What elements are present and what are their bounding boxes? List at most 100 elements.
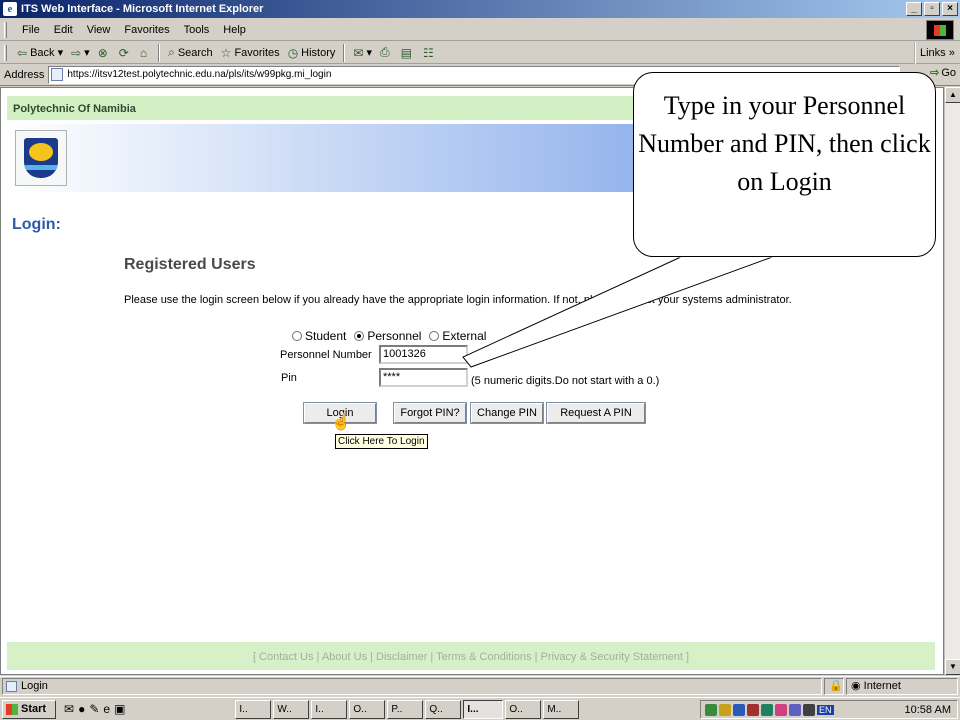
polytechnic-logo [15, 130, 67, 186]
maximize-button[interactable]: ▫ [924, 2, 940, 16]
tray-app-icon[interactable] [789, 703, 801, 716]
menu-help[interactable]: Help [216, 24, 253, 36]
forgot-pin-button[interactable]: Forgot PIN? [393, 402, 467, 424]
menu-edit[interactable]: Edit [47, 24, 80, 36]
show-desktop-icon[interactable]: ▣ [114, 702, 125, 716]
back-button[interactable]: ⇦ Back ▾ [13, 43, 67, 63]
pin-input[interactable]: **** [379, 368, 468, 387]
taskbar-app[interactable]: W.. [273, 699, 310, 719]
start-button[interactable]: Start [2, 699, 56, 719]
radio-student[interactable]: Student [292, 329, 346, 343]
taskbar-app[interactable]: Q.. [425, 699, 462, 719]
edit-page-icon: ▤ [400, 45, 412, 60]
toolbar-separator [343, 43, 346, 62]
tray-network-icon[interactable] [705, 703, 717, 716]
edit-button[interactable]: ▤ [397, 43, 419, 63]
discuss-icon: ☷ [422, 45, 434, 60]
go-arrow-icon: ⇨ [930, 67, 940, 79]
tray-alert-icon[interactable] [747, 703, 759, 716]
address-url: https://itsv12test.polytechnic.edu.na/pl… [67, 69, 332, 80]
mail-icon: ✉ [353, 45, 364, 60]
menu-view[interactable]: View [80, 24, 118, 36]
ie-icon: e [3, 2, 17, 16]
search-button[interactable]: ⌕ Search [164, 43, 217, 63]
favorites-button[interactable]: ☆ Favorites [217, 43, 284, 63]
stop-icon: ⊗ [97, 45, 108, 60]
radio-external[interactable]: External [429, 329, 486, 343]
home-icon: ⌂ [139, 45, 148, 60]
taskbar-app-active[interactable]: I... [463, 699, 504, 719]
address-label: Address [4, 68, 45, 81]
discuss-button[interactable]: ☷ [419, 43, 441, 63]
print-button[interactable]: ⎙ [376, 43, 397, 63]
refresh-button[interactable]: ⟳ [115, 43, 136, 63]
personnel-number-label: Personnel Number [280, 349, 372, 361]
section-title: Registered Users [124, 256, 256, 273]
toolbar-separator [158, 43, 161, 62]
taskbar-app[interactable]: I.. [311, 699, 348, 719]
minimize-button[interactable]: _ [906, 2, 922, 16]
vertical-scrollbar[interactable]: ▲ ▼ [944, 87, 960, 675]
taskbar: Start ✉ ● ✎ e ▣ I.. W.. I.. O.. P.. Q.. … [0, 697, 960, 720]
taskbar-app[interactable]: O.. [349, 699, 386, 719]
security-zone: ◉ Internet [846, 678, 958, 695]
login-tooltip: Click Here To Login [335, 434, 428, 449]
forward-button[interactable]: ⇨ ▾ [67, 43, 94, 63]
menu-grip [4, 21, 7, 38]
ie-launch-icon[interactable]: e [103, 702, 110, 716]
login-heading: Login: [12, 216, 61, 233]
menu-bar: File Edit View Favorites Tools Help [0, 19, 960, 41]
language-indicator[interactable]: EN [817, 704, 834, 715]
mail-button[interactable]: ✉ ▾ [349, 43, 376, 63]
scroll-down-icon[interactable]: ▼ [945, 659, 960, 675]
request-pin-button[interactable]: Request A PIN [546, 402, 646, 424]
taskbar-app[interactable]: M.. [543, 699, 580, 719]
pin-label: Pin [281, 372, 297, 384]
tray-volume-icon[interactable] [803, 703, 815, 716]
login-instruction: Please use the login screen below if you… [124, 294, 792, 306]
refresh-icon: ⟳ [118, 45, 129, 60]
forward-arrow-icon: ⇨ [71, 45, 82, 60]
stop-button[interactable]: ⊗ [94, 43, 115, 63]
history-button[interactable]: ◷ History [284, 43, 340, 63]
tray-monitor-icon[interactable] [733, 703, 745, 716]
favorites-icon: ☆ [220, 45, 232, 60]
messenger-icon[interactable]: ● [78, 702, 85, 716]
tool-icon[interactable]: ✎ [89, 702, 99, 716]
status-bar: Login 🔒 ◉ Internet [0, 676, 960, 696]
change-pin-button[interactable]: Change PIN [470, 402, 544, 424]
links-button[interactable]: Links » [914, 42, 960, 64]
personnel-number-input[interactable]: 1001326 [379, 345, 468, 364]
toolbar-grip [4, 44, 7, 61]
hand-cursor-icon: ☝ [331, 414, 351, 431]
menu-favorites[interactable]: Favorites [117, 24, 176, 36]
outlook-icon[interactable]: ✉ [64, 702, 74, 716]
menu-tools[interactable]: Tools [177, 24, 217, 36]
tray-sync-icon[interactable] [761, 703, 773, 716]
instruction-callout: Type in your Personnel Number and PIN, t… [633, 72, 936, 257]
window-title: ITS Web Interface - Microsoft Internet E… [21, 3, 264, 15]
taskbar-app[interactable]: O.. [505, 699, 542, 719]
taskbar-app[interactable]: P.. [387, 699, 424, 719]
close-button[interactable]: × [942, 2, 958, 16]
standard-toolbar: ⇦ Back ▾ ⇨ ▾ ⊗ ⟳ ⌂ ⌕ Search ☆ Favorites ◷ His… [0, 42, 960, 64]
footer-links[interactable]: [ Contact Us | About Us | Disclaimer | T… [7, 640, 935, 670]
page-status-icon [6, 681, 17, 692]
windows-flag-icon [6, 703, 18, 715]
taskbar-app[interactable]: I.. [235, 699, 272, 719]
tray-flag-icon[interactable] [775, 703, 787, 716]
quick-launch: ✉ ● ✎ e ▣ [64, 702, 125, 716]
home-button[interactable]: ⌂ [136, 43, 154, 63]
pin-hint: (5 numeric digits.Do not start with a 0.… [471, 375, 660, 387]
history-icon: ◷ [287, 45, 299, 60]
clock: 10:58 AM [904, 703, 951, 716]
scroll-up-icon[interactable]: ▲ [945, 87, 960, 103]
system-tray: EN 10:58 AM [700, 700, 958, 719]
go-button[interactable]: ⇨ Go [930, 66, 956, 80]
user-type-radio-group: Student Personnel External [292, 329, 486, 343]
radio-personnel[interactable]: Personnel [354, 329, 421, 343]
tray-tool-icon[interactable] [719, 703, 731, 716]
menu-file[interactable]: File [15, 24, 47, 36]
search-icon: ⌕ [168, 45, 175, 59]
page-icon [51, 68, 64, 81]
